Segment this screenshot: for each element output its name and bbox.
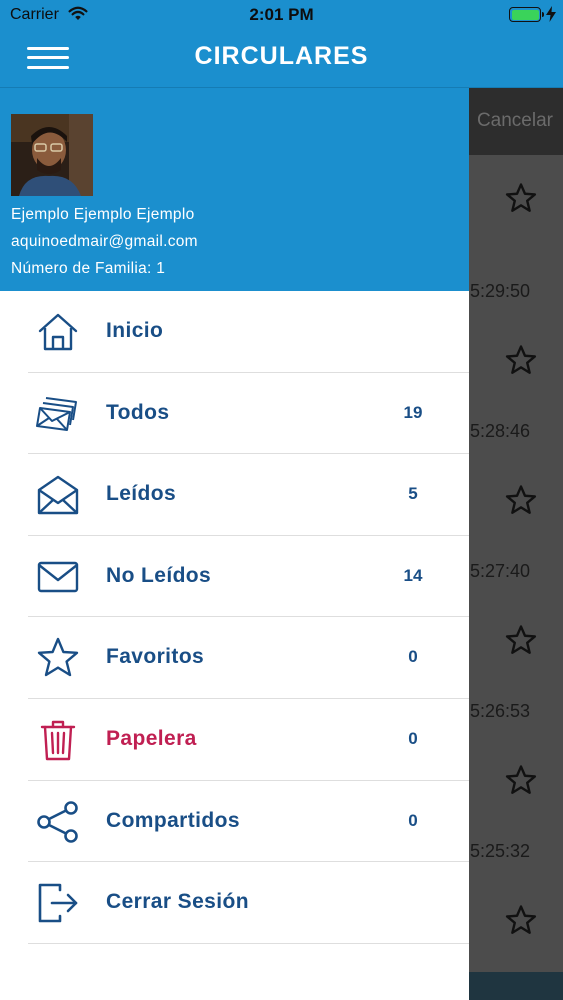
background-time: 5:29:50: [470, 281, 531, 301]
menu-item-papelera[interactable]: Papelera 0: [0, 699, 469, 781]
logout-icon: [38, 883, 78, 923]
menu-item-label: No Leídos: [106, 563, 212, 587]
menu-item-count: 0: [408, 810, 418, 830]
page-title: CIRCULARES: [194, 42, 369, 70]
battery-fill: [511, 9, 539, 20]
status-bar: Carrier 2:01 PM: [0, 0, 563, 30]
battery-icon: [509, 7, 544, 22]
menu-item-label: Todos: [106, 400, 170, 424]
menu-item-label: Cerrar Sesión: [106, 890, 249, 914]
menu-item-inicio[interactable]: Inicio: [0, 291, 469, 373]
background-time: 5:25:32: [470, 841, 531, 861]
background-star-icon: [505, 625, 537, 654]
menu-item-count: 0: [408, 647, 418, 667]
home-icon: [38, 313, 78, 351]
background-star-icon: [505, 765, 537, 794]
profile-family-number: Número de Familia: 1: [11, 260, 166, 277]
share-icon: [37, 800, 78, 843]
menu-item-todos[interactable]: Todos 19: [0, 373, 469, 455]
profile-email: aquinoedmair@gmail.com: [11, 233, 198, 250]
menu-item-count: 0: [408, 728, 418, 748]
menu-item-count: 19: [403, 402, 423, 422]
menu-item-label: Leídos: [106, 482, 177, 506]
background-cancel-label: Cancelar: [476, 110, 553, 131]
background-time: 5:27:40: [470, 561, 531, 581]
menu-item-cerrar-sesion[interactable]: Cerrar Sesión: [0, 862, 469, 944]
menu-item-label: Inicio: [106, 319, 164, 342]
status-time: 2:01 PM: [249, 5, 314, 24]
menu-item-leidos[interactable]: Leídos 5: [0, 454, 469, 536]
closed-envelope-icon: [37, 561, 79, 592]
menu-item-label: Papelera: [106, 726, 197, 750]
background-time: 5:28:46: [470, 421, 531, 441]
menu-item-count: 5: [408, 484, 418, 504]
stacked-envelopes-icon: [36, 396, 77, 431]
navigation-bar: CIRCULARES: [0, 30, 563, 88]
menu-item-favoritos[interactable]: Favoritos 0: [0, 617, 469, 699]
trash-icon: [40, 720, 76, 761]
background-star-icon: [505, 905, 537, 934]
profile-header: Ejemplo Ejemplo Ejemplo aquinoedmair@gma…: [0, 88, 469, 291]
menu-item-label: Favoritos: [106, 645, 205, 669]
menu-item-no-leidos[interactable]: No Leídos 14: [0, 536, 469, 618]
drawer-menu: Inicio Todos 19 Leídos 5 No Leídos 14 Fa…: [0, 291, 469, 944]
menu-item-compartidos[interactable]: Compartidos 0: [0, 781, 469, 863]
menu-item-count: 14: [403, 565, 423, 585]
background-star-icon: [505, 345, 537, 374]
menu-item-label: Compartidos: [106, 808, 240, 832]
side-drawer: Ejemplo Ejemplo Ejemplo aquinoedmair@gma…: [0, 88, 469, 1000]
bolt-icon: [546, 6, 556, 25]
background-star-icon: [505, 183, 537, 212]
profile-name: Ejemplo Ejemplo Ejemplo: [11, 206, 195, 223]
open-envelope-icon: [37, 475, 79, 515]
avatar[interactable]: [11, 114, 93, 196]
star-icon: [37, 638, 79, 677]
background-star-icon: [505, 485, 537, 514]
background-time: 5:26:53: [470, 701, 531, 721]
